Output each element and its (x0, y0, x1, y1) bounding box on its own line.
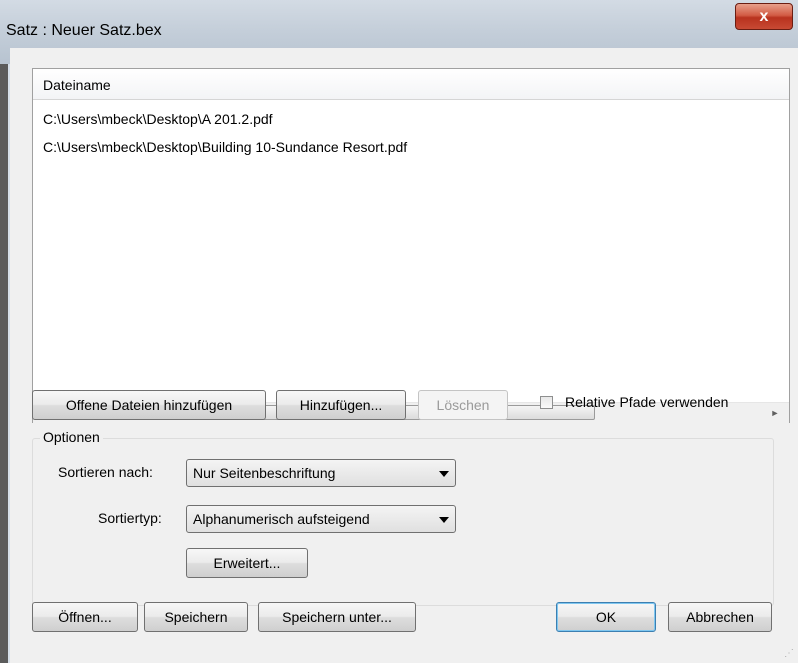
save-as-button[interactable]: Speichern unter... (258, 602, 416, 632)
sort-type-value: Alphanumerisch aufsteigend (193, 511, 370, 527)
advanced-button[interactable]: Erweitert... (186, 548, 308, 578)
add-open-files-button[interactable]: Offene Dateien hinzufügen (32, 390, 266, 420)
relative-paths-checkbox[interactable] (540, 395, 553, 409)
dialog-window: Satz : Neuer Satz.bex x Dateiname C:\Use… (0, 0, 798, 663)
window-edge (0, 64, 8, 663)
relative-paths-label: Relative Pfade verwenden (565, 394, 729, 410)
close-icon: x (759, 7, 769, 25)
add-button[interactable]: Hinzufügen... (276, 390, 406, 420)
column-header-filename[interactable]: Dateiname (33, 69, 789, 100)
sort-by-value: Nur Seitenbeschriftung (193, 465, 336, 481)
open-button[interactable]: Öffnen... (32, 602, 138, 632)
file-list[interactable]: Dateiname C:\Users\mbeck\Desktop\A 201.2… (32, 68, 790, 423)
save-button[interactable]: Speichern (144, 602, 248, 632)
resize-grip-icon[interactable]: ⋰ (784, 648, 794, 659)
relative-paths-option[interactable]: Relative Pfade verwenden (540, 394, 728, 410)
column-header-label: Dateiname (43, 77, 111, 93)
list-item[interactable]: C:\Users\mbeck\Desktop\Building 10-Sunda… (43, 137, 407, 165)
ok-button[interactable]: OK (556, 602, 656, 632)
sort-by-label: Sortieren nach: (58, 464, 153, 480)
chevron-down-icon (439, 471, 449, 477)
sort-by-dropdown[interactable]: Nur Seitenbeschriftung (186, 459, 456, 487)
cancel-button[interactable]: Abbrechen (668, 602, 772, 632)
close-button[interactable]: x (735, 3, 793, 30)
chevron-down-icon (439, 517, 449, 523)
delete-button[interactable]: Löschen (418, 390, 508, 420)
dialog-client-area: Dateiname C:\Users\mbeck\Desktop\A 201.2… (10, 48, 798, 663)
sort-type-label: Sortiertyp: (98, 510, 162, 526)
list-item[interactable]: C:\Users\mbeck\Desktop\A 201.2.pdf (43, 109, 407, 137)
file-list-rows: C:\Users\mbeck\Desktop\A 201.2.pdf C:\Us… (43, 109, 407, 165)
options-group-label: Optionen (40, 429, 103, 445)
sort-type-dropdown[interactable]: Alphanumerisch aufsteigend (186, 505, 456, 533)
scroll-right-icon[interactable]: ► (767, 405, 783, 421)
window-title: Satz : Neuer Satz.bex (6, 22, 162, 39)
